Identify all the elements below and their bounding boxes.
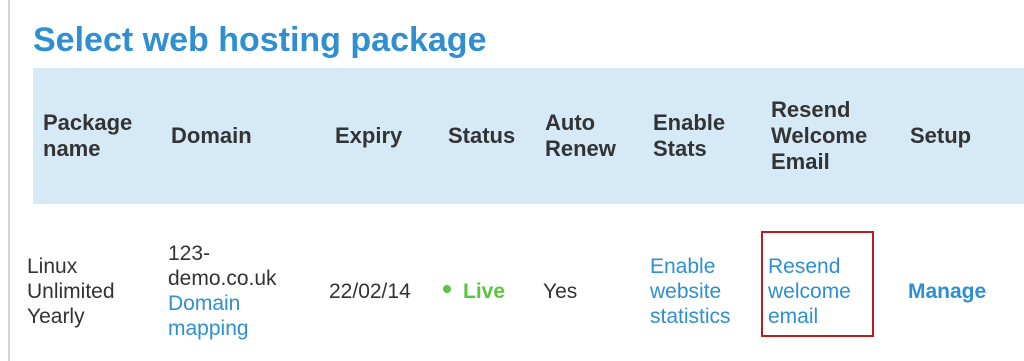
cell-status: Live (443, 228, 505, 354)
expiry-date: 22/02/14 (329, 279, 411, 303)
cell-enable-stats: Enable website statistics (650, 228, 731, 354)
page-title: Select web hosting package (33, 21, 487, 59)
resend-link-highlight-box (761, 231, 874, 337)
domain-mapping-link-line-2[interactable]: mapping (168, 316, 277, 341)
status-dot-icon (443, 285, 451, 293)
header-expiry: Expiry (335, 123, 403, 148)
header-status: Status (448, 123, 516, 148)
domain-mapping-link[interactable]: Domain (168, 291, 277, 316)
header-auto-renew: Auto Renew (545, 110, 616, 161)
header-package-name: Package name (43, 110, 133, 161)
page-frame-border (8, 0, 10, 361)
header-enable-stats: Enable Stats (653, 110, 726, 161)
header-domain: Domain (171, 123, 252, 148)
header-resend-welcome-email: Resend Welcome Email (771, 97, 868, 174)
cell-expiry: 22/02/14 (329, 228, 411, 354)
domain-name: 123- (168, 242, 211, 265)
manage-link[interactable]: Manage (908, 279, 986, 304)
cell-domain: 123- demo.co.uk Domain mapping (168, 242, 277, 341)
status-badge: Live (463, 279, 506, 303)
cell-auto-renew: Yes (543, 228, 577, 354)
cell-package-name: Linux Unlimited Yearly (27, 254, 115, 328)
header-setup: Setup (910, 123, 972, 148)
enable-stats-link[interactable]: Enable website statistics (650, 254, 731, 329)
cell-setup: Manage (908, 228, 986, 354)
auto-renew-value: Yes (543, 279, 578, 303)
